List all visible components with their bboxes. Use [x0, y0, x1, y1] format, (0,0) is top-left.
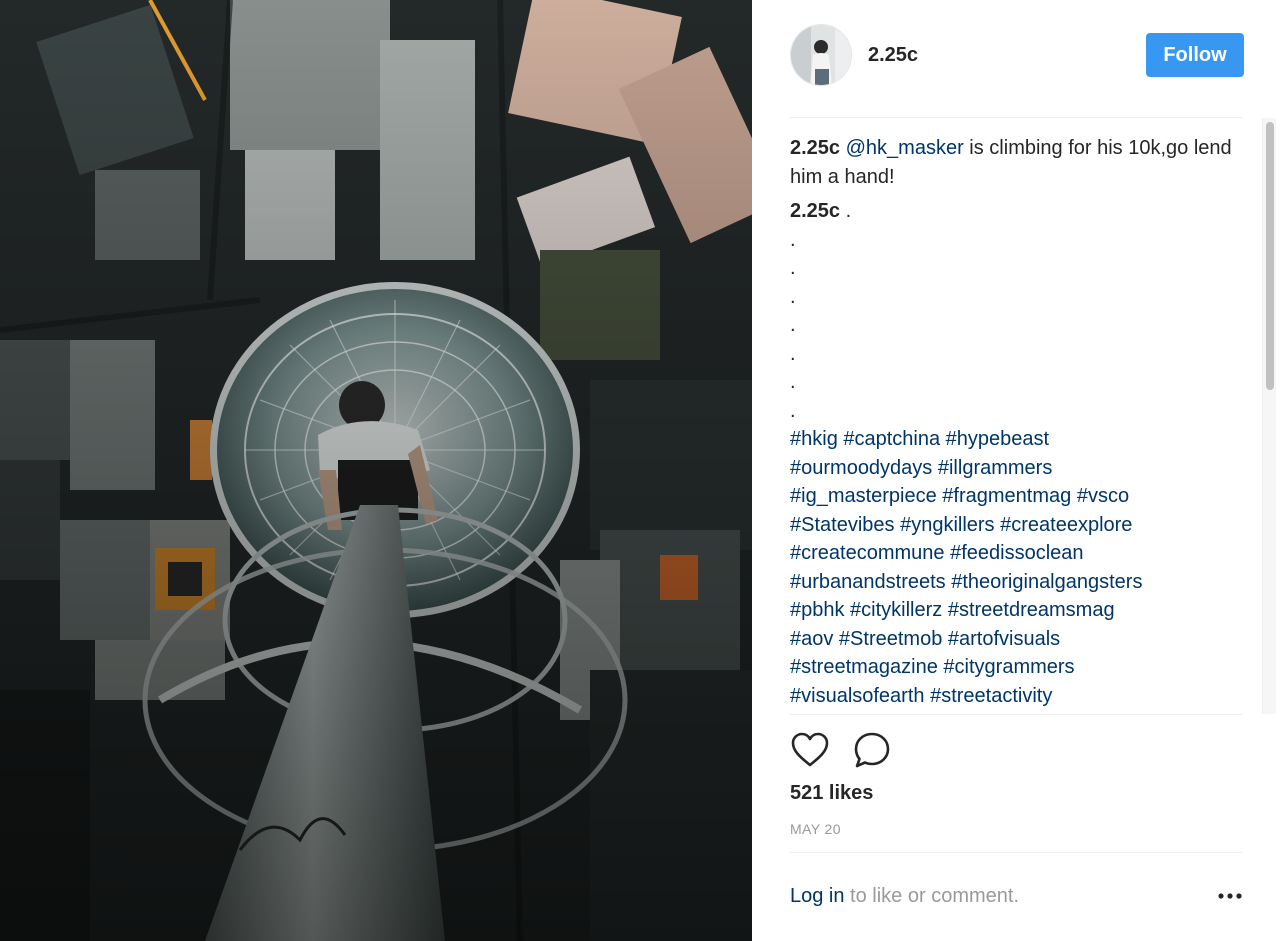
second-comment: 2.25c .	[790, 197, 1240, 226]
photo-illustration	[0, 0, 752, 941]
hashtag-line[interactable]: #streetmagazine #citygrammers	[790, 653, 1240, 682]
comments-list: 2.25c @hk_masker is climbing for his 10k…	[790, 134, 1240, 714]
post-photo[interactable]	[0, 0, 752, 941]
comments-scrollbar[interactable]	[1262, 118, 1276, 714]
comment-button[interactable]	[852, 730, 892, 770]
scrollbar-thumb[interactable]	[1266, 122, 1274, 390]
heart-icon	[791, 732, 829, 767]
post-side-panel: 2.25c Follow 2.25c @hk_masker is climbin…	[752, 0, 1280, 941]
dot-line: .	[790, 314, 796, 336]
comments-divider	[790, 714, 1242, 715]
dot-line: .	[790, 257, 796, 279]
more-options-button[interactable]	[1212, 883, 1242, 909]
more-options-icon	[1218, 893, 1242, 899]
follow-button[interactable]: Follow	[1146, 33, 1244, 77]
dot-line: .	[790, 371, 796, 393]
caption-author[interactable]: 2.25c	[790, 137, 840, 159]
dot-line: .	[790, 228, 796, 251]
footer-divider	[790, 852, 1242, 853]
hashtag-line[interactable]: #Statevibes #yngkillers #createexplore	[790, 511, 1240, 540]
username[interactable]: 2.25c	[868, 44, 918, 67]
dot-line: .	[790, 342, 796, 365]
dot-line: .	[790, 399, 796, 422]
like-button[interactable]	[790, 730, 830, 770]
post-header: 2.25c Follow	[790, 22, 1244, 88]
hashtag-line[interactable]: #urbanandstreets #theoriginalgangsters	[790, 568, 1240, 597]
hashtag-line[interactable]: #ourmoodydays #illgrammers	[790, 454, 1240, 483]
caption-mention[interactable]: @hk_masker	[846, 137, 964, 159]
caption-comment: 2.25c @hk_masker is climbing for his 10k…	[790, 134, 1240, 191]
hashtag-line[interactable]: #createcommune #feedissoclean	[790, 539, 1240, 568]
login-link[interactable]: Log in	[790, 885, 845, 908]
likes-count[interactable]: 521 likes	[790, 782, 873, 805]
hashtag-line[interactable]: #hkig #captchina #hypebeast	[790, 425, 1240, 454]
login-prompt: Log in to like or comment.	[790, 881, 1242, 911]
hashtag-line[interactable]: #ig_masterpiece #fragmentmag #vsco	[790, 482, 1240, 511]
comment-icon	[854, 732, 890, 768]
avatar-image	[791, 25, 851, 85]
avatar[interactable]	[790, 24, 852, 86]
hashtag-line[interactable]: #pbhk #citykillerz #streetdreamsmag	[790, 596, 1240, 625]
hashtag-line[interactable]: #visualsofearth #streetactivity	[790, 682, 1240, 711]
post-actions	[790, 730, 914, 770]
instagram-post-modal: 2.25c Follow 2.25c @hk_masker is climbin…	[0, 0, 1280, 941]
second-comment-text: .	[840, 200, 852, 222]
login-suffix: to like or comment.	[844, 884, 1020, 907]
header-divider	[790, 117, 1242, 118]
second-comment-author[interactable]: 2.25c	[790, 200, 840, 222]
post-date[interactable]: MAY 20	[790, 821, 841, 837]
dot-line: .	[790, 285, 796, 308]
hashtag-line[interactable]: #aov #Streetmob #artofvisuals	[790, 625, 1240, 654]
